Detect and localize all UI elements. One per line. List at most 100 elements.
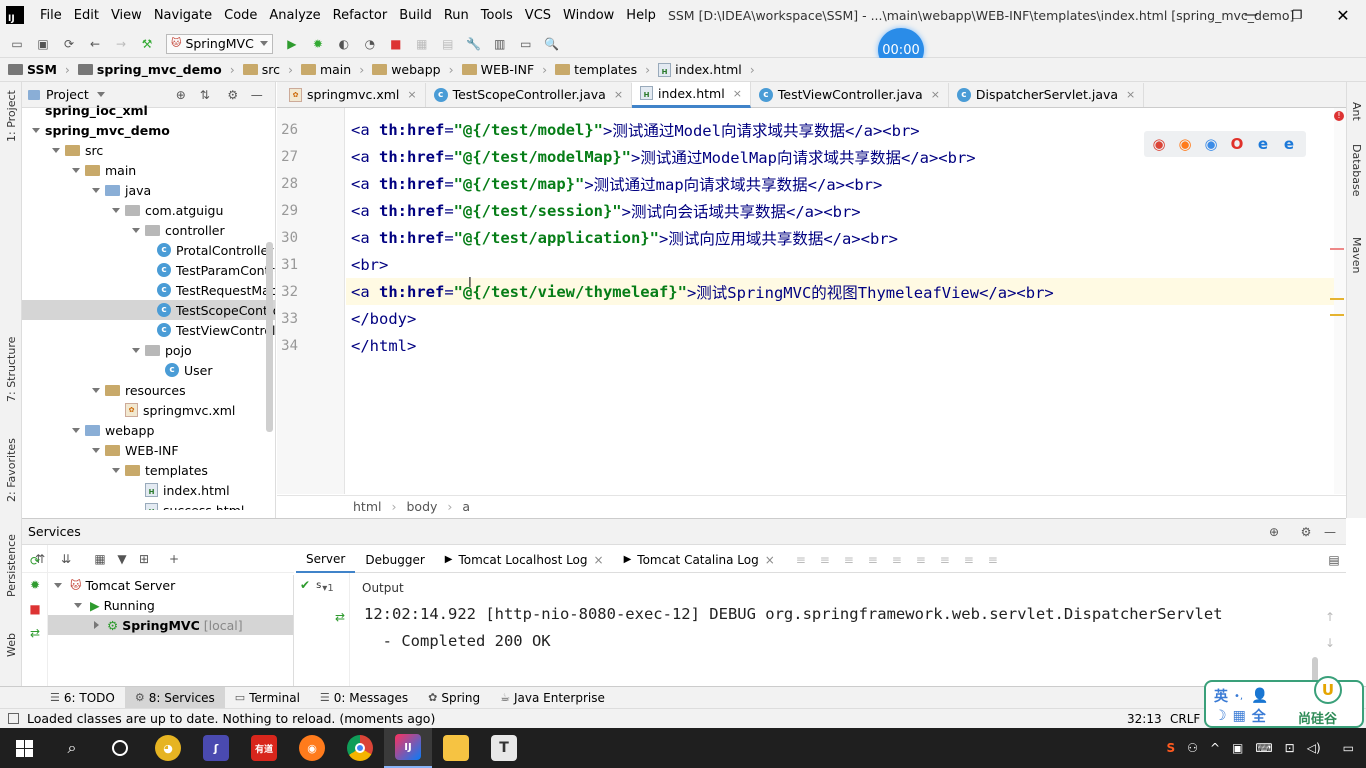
project-tree-item[interactable]: src	[22, 140, 275, 160]
explorer-icon[interactable]	[432, 735, 480, 761]
search-icon[interactable]: 🔍	[544, 36, 560, 52]
profile-icon[interactable]: ◔	[362, 36, 378, 52]
project-tree-item[interactable]: c TestParamController	[22, 260, 275, 280]
breadcrumb-item[interactable]: SSM ›	[8, 62, 70, 77]
code-area[interactable]: <a th:href = "@{/test/model}" >测试通过Model向请求…	[351, 116, 1331, 496]
new-tab-icon[interactable]: ⊞	[136, 551, 152, 567]
run-icon[interactable]: ▶	[284, 36, 300, 52]
project-tree-item[interactable]: c TestRequestMapping	[22, 280, 275, 300]
safari-icon[interactable]: ◉	[1202, 135, 1220, 153]
settings-icon[interactable]: ≡	[985, 552, 1001, 568]
tool-tab-database[interactable]: Database	[1350, 144, 1363, 197]
ime-width-mode[interactable]: 全	[1252, 706, 1266, 726]
tool-tab-ant[interactable]: Ant	[1350, 102, 1363, 121]
breadcrumb-item[interactable]: templates ›	[555, 62, 650, 77]
bottom-tool-tab[interactable]: ☰ 0: Messages	[310, 687, 418, 709]
hide-icon[interactable]: —	[1322, 524, 1338, 540]
tool-tab-favorites[interactable]: 2: Favorites	[5, 438, 18, 502]
tool-tab-structure[interactable]: 7: Structure	[5, 337, 18, 402]
warning-mark[interactable]	[1330, 298, 1344, 300]
project-tree-item[interactable]: c TestViewController	[22, 320, 275, 340]
close-tab-icon[interactable]: ×	[407, 88, 416, 101]
save-icon[interactable]: ▣	[35, 36, 51, 52]
close-tab-icon[interactable]: ×	[765, 553, 775, 567]
firefox-icon[interactable]: ◉	[288, 735, 336, 761]
menu-analyze[interactable]: Analyze	[263, 8, 326, 23]
windows-icon[interactable]	[0, 728, 48, 768]
deploy-icon[interactable]: ⇄	[27, 625, 43, 641]
menu-code[interactable]: Code	[218, 8, 263, 23]
menu-file[interactable]: File	[34, 8, 68, 23]
coverage-icon[interactable]: ◐	[336, 36, 352, 52]
chevron-down-icon[interactable]	[72, 427, 80, 433]
error-indicator-icon[interactable]: !	[1334, 111, 1344, 121]
services-tree-item[interactable]: ▶ Running	[48, 595, 293, 615]
ime-user-icon[interactable]: 👤	[1251, 688, 1268, 704]
open-folder-icon[interactable]: ▭	[9, 36, 25, 52]
project-tree-item[interactable]: c ProtalController	[22, 240, 275, 260]
stop-icon[interactable]: ■	[388, 36, 404, 52]
status-icon[interactable]	[8, 713, 19, 724]
edge-icon[interactable]: e	[1280, 135, 1298, 153]
tool-tab-web[interactable]: Web	[5, 633, 18, 657]
app-icon-1[interactable]: ◕	[144, 735, 192, 761]
editor-tab[interactable]: ✿ springmvc.xml ×	[281, 82, 426, 107]
close-button[interactable]: ✕	[1320, 6, 1366, 25]
settings-wrench-icon[interactable]: 🔧	[466, 36, 482, 52]
menu-help[interactable]: Help	[620, 8, 662, 23]
cortana-icon[interactable]	[96, 740, 144, 756]
forward-icon[interactable]: →	[113, 36, 129, 52]
breadcrumb-item[interactable]: main ›	[300, 62, 364, 77]
tray-display-icon[interactable]: ▣	[1232, 741, 1243, 755]
project-tree-item[interactable]: resources	[22, 380, 275, 400]
redeploy-icon[interactable]: ⇄	[332, 609, 348, 625]
force-step-icon[interactable]: ≡	[865, 552, 881, 568]
menu-run[interactable]: Run	[438, 8, 475, 23]
output-console[interactable]: 12:02:14.922 [http-nio-8080-exec-12] DEB…	[364, 605, 1324, 659]
ie-icon[interactable]: e	[1254, 135, 1272, 153]
chevron-down-icon[interactable]	[92, 447, 100, 453]
cursor-position[interactable]: 32:13	[1127, 712, 1162, 726]
group-icon[interactable]: ▦	[92, 551, 108, 567]
close-tab-icon[interactable]: ×	[614, 88, 623, 101]
menu-window[interactable]: Window	[557, 8, 620, 23]
back-icon[interactable]: ←	[87, 36, 103, 52]
breadcrumb-item[interactable]: webapp ›	[372, 62, 454, 77]
project-tree-item[interactable]: Hsuccess.html	[22, 500, 275, 510]
typora-icon[interactable]: T	[480, 735, 528, 761]
chevron-down-icon[interactable]	[96, 92, 105, 97]
filter-icon[interactable]: ▼	[114, 551, 130, 567]
drop-frame-icon[interactable]: ≡	[913, 552, 929, 568]
chevron-down-icon[interactable]	[132, 347, 140, 353]
project-tree-item[interactable]: spring_ioc_xml	[22, 100, 275, 120]
tool-tab-persistence[interactable]: Persistence	[5, 534, 18, 597]
services-tree-item[interactable]: 🐱 Tomcat Server	[48, 575, 293, 595]
menu-tools[interactable]: Tools	[475, 8, 519, 23]
editor-tab[interactable]: Hindex.html ×	[632, 81, 751, 108]
chrome-icon[interactable]	[336, 735, 384, 761]
chrome-icon[interactable]: ◉	[1150, 135, 1168, 153]
chevron-down-icon[interactable]	[54, 582, 62, 588]
project-tree-item[interactable]: templates	[22, 460, 275, 480]
debug-icon[interactable]: ✹	[310, 36, 326, 52]
breadcrumb-item[interactable]: Hindex.html ›	[658, 62, 755, 77]
breadcrumb-item[interactable]: spring_mvc_demo ›	[77, 62, 235, 77]
ime-widget[interactable]: 英 •, 👤 ☽ ▦ 全 U 尚硅谷	[1204, 676, 1364, 728]
menu-vcs[interactable]: VCS	[519, 8, 557, 23]
menu-navigate[interactable]: Navigate	[148, 8, 218, 23]
project-tree-item[interactable]: controller	[22, 220, 275, 240]
opera-icon[interactable]: O	[1228, 135, 1246, 153]
project-tree-item[interactable]: webapp	[22, 420, 275, 440]
youdao-icon[interactable]: 有道	[240, 735, 288, 761]
chevron-down-icon[interactable]	[112, 207, 120, 213]
warning-mark[interactable]	[1330, 314, 1344, 316]
tray-person-icon[interactable]: ⚇	[1187, 741, 1198, 755]
project-tree-item[interactable]: main	[22, 160, 275, 180]
ime-moon-icon[interactable]: ☽	[1214, 708, 1227, 724]
tool-tab-project[interactable]: 1: Project	[5, 90, 18, 142]
firefox-icon[interactable]: ◉	[1176, 135, 1194, 153]
intellij-icon[interactable]: IJ	[384, 728, 432, 768]
breadcrumb-item[interactable]: src ›	[242, 62, 293, 77]
bottom-tool-tab[interactable]: ▭ Terminal	[225, 687, 310, 709]
bottom-tool-tab[interactable]: ⚙ 8: Services	[124, 686, 225, 709]
